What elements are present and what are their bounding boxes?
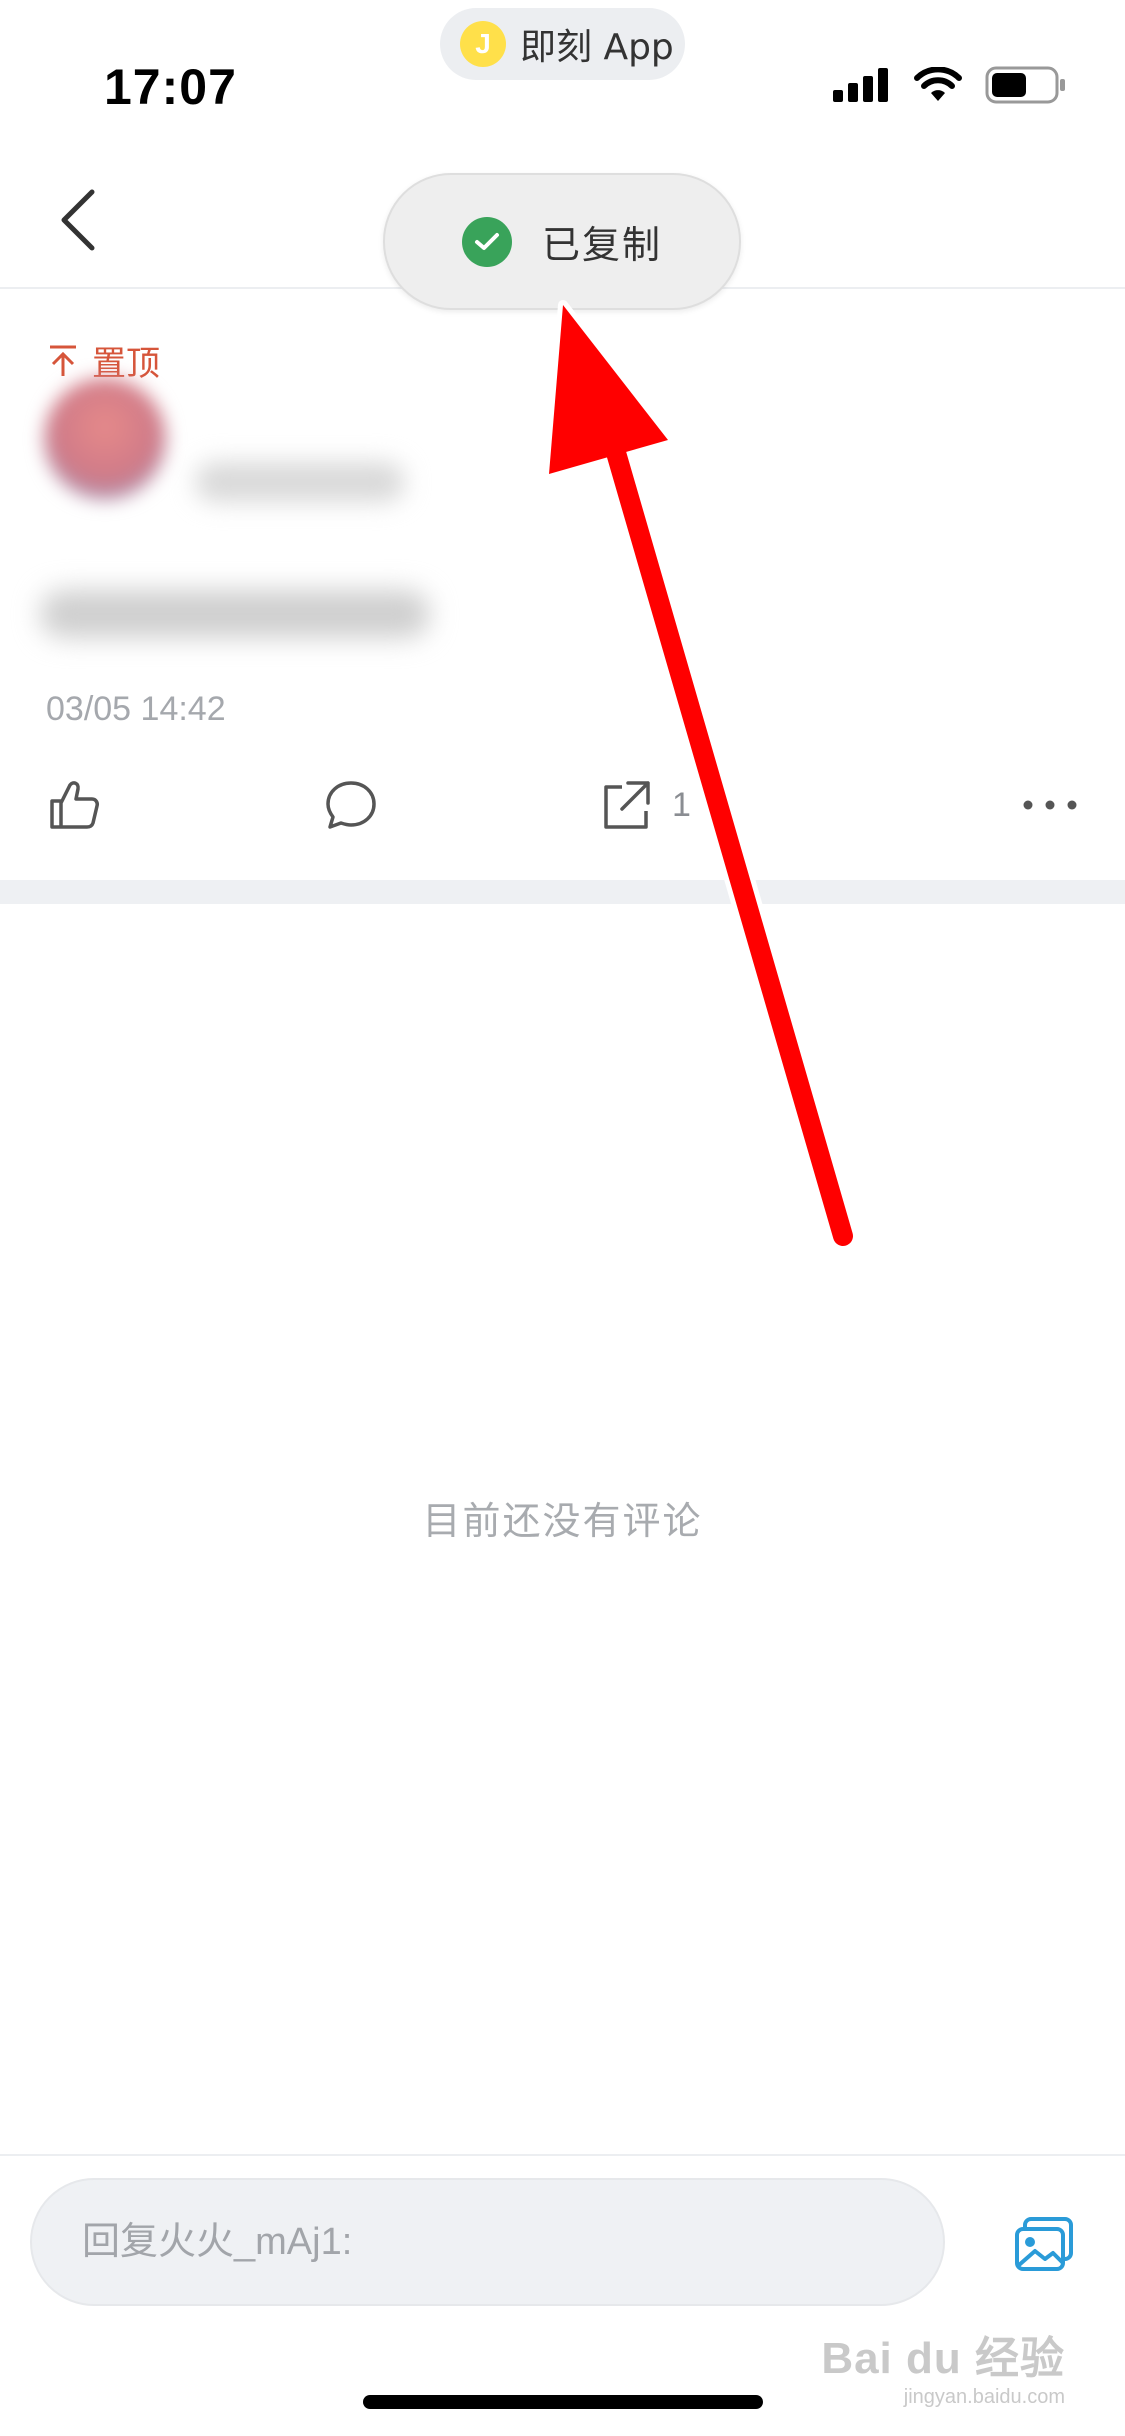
username-blurred[interactable]	[195, 462, 405, 502]
insert-image-button[interactable]	[1010, 2210, 1080, 2280]
pin-top-icon	[48, 344, 78, 378]
chevron-left-icon	[61, 189, 95, 251]
watermark-url: jingyan.baidu.com	[903, 2386, 1065, 2408]
image-icon	[1015, 2217, 1073, 2271]
more-options-button[interactable]	[1022, 775, 1078, 835]
status-icons	[833, 66, 1067, 104]
like-button[interactable]	[46, 775, 102, 835]
copied-toast: 已复制	[383, 173, 741, 310]
share-count: 1	[672, 785, 691, 824]
empty-comments-text: 目前还没有评论	[422, 1499, 703, 1543]
home-indicator	[363, 2395, 763, 2409]
app-return-pill[interactable]: J 即刻 App	[440, 8, 685, 80]
toast-label: 已复制	[541, 223, 662, 267]
more-dots-icon	[1023, 800, 1077, 810]
avatar[interactable]	[44, 378, 166, 500]
wifi-icon	[914, 67, 962, 101]
status-time: 17:07	[104, 59, 237, 115]
reply-input[interactable]	[30, 2178, 945, 2306]
app-name: 即刻 App	[520, 27, 674, 68]
cellular-signal-icon	[833, 68, 888, 102]
comment-bubble-icon	[326, 781, 376, 829]
comment-button[interactable]	[323, 775, 379, 835]
baidu-watermark: Bai du 经验 jingyan.baidu.com	[821, 2322, 1065, 2409]
arrow-shape	[544, 300, 858, 1251]
post-timestamp: 03/05 14:42	[46, 690, 226, 728]
thumbs-up-icon	[50, 781, 99, 829]
check-circle-icon	[461, 216, 512, 267]
section-divider	[0, 880, 1125, 904]
watermark-logo: Bai du 经验	[821, 2334, 1065, 2383]
red-arrow-annotation	[544, 300, 858, 1251]
battery-icon	[985, 66, 1065, 104]
app-logo-icon: J	[460, 21, 506, 67]
share-button[interactable]: 1	[598, 775, 691, 835]
bottom-divider	[0, 2154, 1125, 2156]
share-icon	[604, 781, 650, 829]
post-content-blurred	[40, 590, 430, 638]
back-button[interactable]	[48, 185, 108, 255]
